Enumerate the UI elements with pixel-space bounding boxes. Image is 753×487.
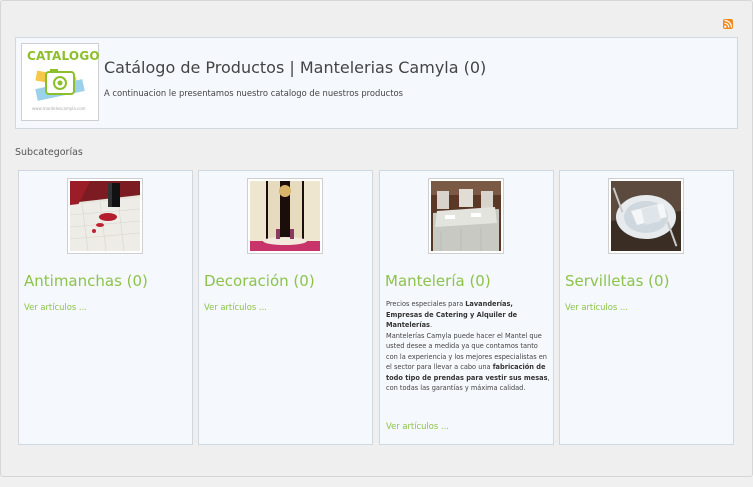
- category-card-servilletas: Servilletas (0) Ver artículos ...: [559, 170, 734, 445]
- category-thumbnail-servilletas[interactable]: [608, 178, 684, 254]
- category-title-manteleria[interactable]: Mantelería (0): [385, 272, 491, 290]
- category-thumbnail-antimanchas[interactable]: [67, 178, 143, 254]
- subcategories-heading: Subcategorías: [15, 147, 83, 158]
- camera-icon: [35, 69, 85, 101]
- category-header: CATALOGO www.mantelescamyla.com Catálogo…: [15, 37, 738, 129]
- description-paragraph-2: Mantelerías Camyla puede hacer el Mantel…: [386, 331, 550, 393]
- category-card-manteleria: Mantelería (0) Precios especiales para L…: [379, 170, 554, 445]
- view-articles-link-antimanchas[interactable]: Ver artículos ...: [24, 302, 87, 312]
- rss-feed-icon[interactable]: [723, 19, 733, 29]
- catalog-panel: CATALOGO www.mantelescamyla.com Catálogo…: [0, 0, 753, 477]
- logo-url: www.mantelescamyla.com: [32, 106, 86, 111]
- category-title-antimanchas[interactable]: Antimanchas (0): [24, 272, 148, 290]
- category-title-decoracion[interactable]: Decoración (0): [204, 272, 315, 290]
- category-title-servilletas[interactable]: Servilletas (0): [565, 272, 669, 290]
- view-articles-link-decoracion[interactable]: Ver artículos ...: [204, 302, 267, 312]
- category-card-decoracion: Decoración (0) Ver artículos ...: [198, 170, 373, 445]
- category-thumbnail-decoracion[interactable]: [247, 178, 323, 254]
- description-paragraph-1: Precios especiales para Lavanderías, Emp…: [386, 300, 518, 329]
- category-card-antimanchas: Antimanchas (0) Ver artículos ...: [18, 170, 193, 445]
- page-title: Catálogo de Productos | Mantelerias Camy…: [104, 58, 487, 77]
- category-description-manteleria: Precios especiales para Lavanderías, Emp…: [386, 299, 550, 394]
- category-thumbnail-manteleria[interactable]: [428, 178, 504, 254]
- page-subtitle: A continuacion le presentamos nuestro ca…: [104, 88, 404, 98]
- logo-text: CATALOGO: [27, 49, 100, 63]
- catalog-logo: CATALOGO www.mantelescamyla.com: [21, 43, 100, 121]
- view-articles-link-manteleria[interactable]: Ver artículos ...: [386, 421, 449, 431]
- view-articles-link-servilletas[interactable]: Ver artículos ...: [565, 302, 628, 312]
